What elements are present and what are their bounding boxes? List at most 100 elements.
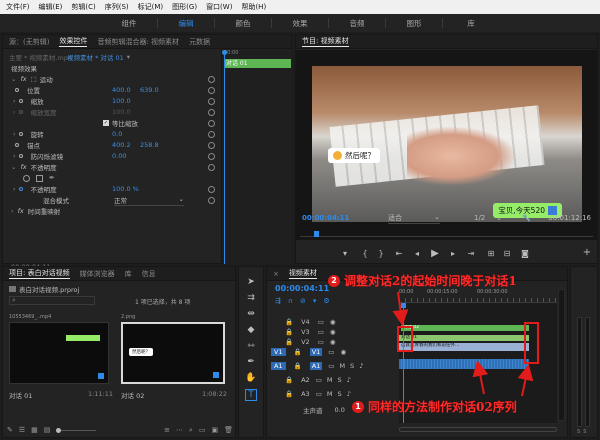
stopwatch-icon[interactable] xyxy=(15,88,19,92)
timeline-ruler[interactable]: 00:00 00:00:15:00 00:00:30:00 xyxy=(399,289,557,303)
go-to-in-icon[interactable]: ⇤ xyxy=(394,248,404,258)
sync-icon[interactable]: ▭ xyxy=(318,328,324,336)
workspace-assembly[interactable]: 组件 xyxy=(101,18,157,29)
source-patch-v1[interactable]: V1 xyxy=(271,348,286,356)
stopwatch-icon[interactable] xyxy=(18,187,23,191)
slider-handle[interactable] xyxy=(56,427,62,433)
settings-icon[interactable]: ⚙ xyxy=(323,297,329,305)
clip-v1[interactable]: 这就是青春的我们和前任怀... xyxy=(399,343,529,351)
sync-icon[interactable]: ▭ xyxy=(316,376,322,384)
reset-icon[interactable] xyxy=(208,109,215,116)
mute-button[interactable]: M xyxy=(327,390,333,398)
project-search-input[interactable]: ⌕ xyxy=(9,296,95,305)
sequence-clip-label[interactable]: 视频素材 * 对话 01 ▾ xyxy=(67,52,130,62)
reset-icon[interactable] xyxy=(208,98,215,105)
eye-icon[interactable]: ◉ xyxy=(330,318,336,326)
snap-icon[interactable]: ∩ xyxy=(288,297,293,305)
pen-icon[interactable]: ✒ xyxy=(49,174,55,182)
audio-clip-a1[interactable] xyxy=(399,359,529,369)
sync-icon[interactable]: ▭ xyxy=(318,338,324,346)
camera-icon[interactable]: ◙ xyxy=(520,248,530,258)
source-patch-a1[interactable]: A1 xyxy=(271,362,286,370)
mic-icon[interactable]: ♪ xyxy=(347,390,351,398)
icon-view-icon[interactable]: ▦ xyxy=(31,426,38,434)
anchor-y-value[interactable]: 258.8 xyxy=(140,141,159,149)
nest-icon[interactable]: ⇶ xyxy=(275,297,281,305)
tab-sequence[interactable]: 视频素材 xyxy=(288,268,317,279)
marker-icon[interactable]: ▾ xyxy=(340,248,350,258)
stopwatch-icon[interactable] xyxy=(18,99,23,103)
eye-icon[interactable]: ◉ xyxy=(340,348,346,356)
slip-tool-icon[interactable]: ⇿ xyxy=(247,341,255,351)
lock-icon[interactable]: 🔒 xyxy=(285,376,293,384)
chevron-right-icon[interactable]: › xyxy=(13,152,16,160)
freeform-view-icon[interactable]: ▤ xyxy=(44,426,51,434)
master-clip-label[interactable]: 主要 * 视频素材.mp4 xyxy=(9,52,72,62)
sync-icon[interactable]: ▭ xyxy=(318,318,324,326)
chevron-right-icon[interactable]: › xyxy=(13,97,16,105)
workspace-editing[interactable]: 编辑 xyxy=(158,18,214,29)
track-label[interactable]: A1 xyxy=(309,362,323,370)
tab-source[interactable]: 源：(无剪辑) xyxy=(9,37,49,47)
timeline-timecode[interactable]: 00:00:04:11 xyxy=(275,284,329,293)
track-select-tool-icon[interactable]: ⇉ xyxy=(247,293,255,303)
list-view-icon[interactable]: ☰ xyxy=(19,426,25,434)
tab-metadata[interactable]: 元数据 xyxy=(189,37,210,47)
workspace-audio[interactable]: 音频 xyxy=(329,18,385,29)
mark-out-icon[interactable]: } xyxy=(376,248,386,258)
reset-icon[interactable] xyxy=(208,120,215,127)
menu-sequence[interactable]: 序列(S) xyxy=(105,2,129,12)
pen-tool-icon[interactable]: ✒ xyxy=(247,357,255,367)
hand-tool-icon[interactable]: ✋ xyxy=(245,373,256,383)
project-item-thumb-2[interactable]: 2.png 然后呢？ 对话 02 1:08:22 xyxy=(121,314,227,414)
mute-button[interactable]: M xyxy=(339,362,345,370)
sync-icon[interactable]: ▭ xyxy=(316,390,322,398)
lock-icon[interactable]: 🔒 xyxy=(294,348,302,356)
tab-program[interactable]: 节目: 视频素材 xyxy=(302,36,349,47)
stopwatch-icon[interactable] xyxy=(18,154,23,158)
master-value[interactable]: 0.0 xyxy=(335,406,345,414)
tab-media-browser[interactable]: 媒体浏览器 xyxy=(80,269,115,279)
motion-row[interactable]: ⌄ fx ⬚ 运动 xyxy=(11,74,53,84)
scale-value[interactable]: 100.0 xyxy=(112,97,131,105)
playhead[interactable] xyxy=(224,50,225,264)
chevron-right-icon[interactable]: › xyxy=(13,130,16,138)
lock-icon[interactable]: 🔒 xyxy=(285,390,293,398)
workspace-effects[interactable]: 效果 xyxy=(272,18,328,29)
lift-icon[interactable]: ⊞ xyxy=(486,248,496,258)
timeline-scrollbar[interactable] xyxy=(399,427,557,432)
lock-icon[interactable]: 🔒 xyxy=(285,338,293,346)
menu-clip[interactable]: 剪辑(C) xyxy=(71,2,95,12)
type-tool-icon[interactable]: T xyxy=(245,389,257,401)
close-icon[interactable]: × xyxy=(273,270,279,278)
workspace-libraries[interactable]: 库 xyxy=(443,18,499,29)
stopwatch-icon[interactable] xyxy=(15,143,19,147)
uniform-scale-checkbox[interactable]: ✓ xyxy=(103,120,109,126)
play-icon[interactable]: ▶ xyxy=(429,247,441,259)
program-scrubber[interactable] xyxy=(300,229,593,237)
position-x-value[interactable]: 400.0 xyxy=(112,86,131,94)
mic-icon[interactable]: ♪ xyxy=(359,362,363,370)
opacity-section-row[interactable]: ⌄ fx 不透明度 xyxy=(11,162,57,172)
menu-marker[interactable]: 标记(M) xyxy=(138,2,164,12)
automate-icon[interactable]: ⋯ xyxy=(176,426,183,434)
sync-icon[interactable]: ▭ xyxy=(328,348,334,356)
eye-icon[interactable]: ◉ xyxy=(330,338,336,346)
chevron-right-icon[interactable]: › xyxy=(11,207,14,215)
find-icon[interactable]: ⌕ xyxy=(189,426,193,435)
position-y-value[interactable]: 639.0 xyxy=(140,86,159,94)
chevron-down-icon[interactable]: ⌄ xyxy=(11,75,16,83)
solo-button[interactable]: S xyxy=(350,362,354,370)
clip-v2[interactable]: 对话 01 xyxy=(399,335,529,341)
step-back-icon[interactable]: ◂ xyxy=(412,248,422,258)
eye-icon[interactable]: ◉ xyxy=(330,328,336,336)
mute-button[interactable]: M xyxy=(327,376,333,384)
reset-icon[interactable] xyxy=(208,131,215,138)
mic-icon[interactable]: ♪ xyxy=(347,376,351,384)
reset-icon[interactable] xyxy=(208,76,215,83)
add-marker-icon[interactable]: ▾ xyxy=(313,297,317,305)
menu-window[interactable]: 窗口(W) xyxy=(206,2,232,12)
selection-tool-icon[interactable]: ➤ xyxy=(247,277,255,287)
wrench-icon[interactable]: 🔧 xyxy=(522,214,531,222)
reset-icon[interactable] xyxy=(208,153,215,160)
